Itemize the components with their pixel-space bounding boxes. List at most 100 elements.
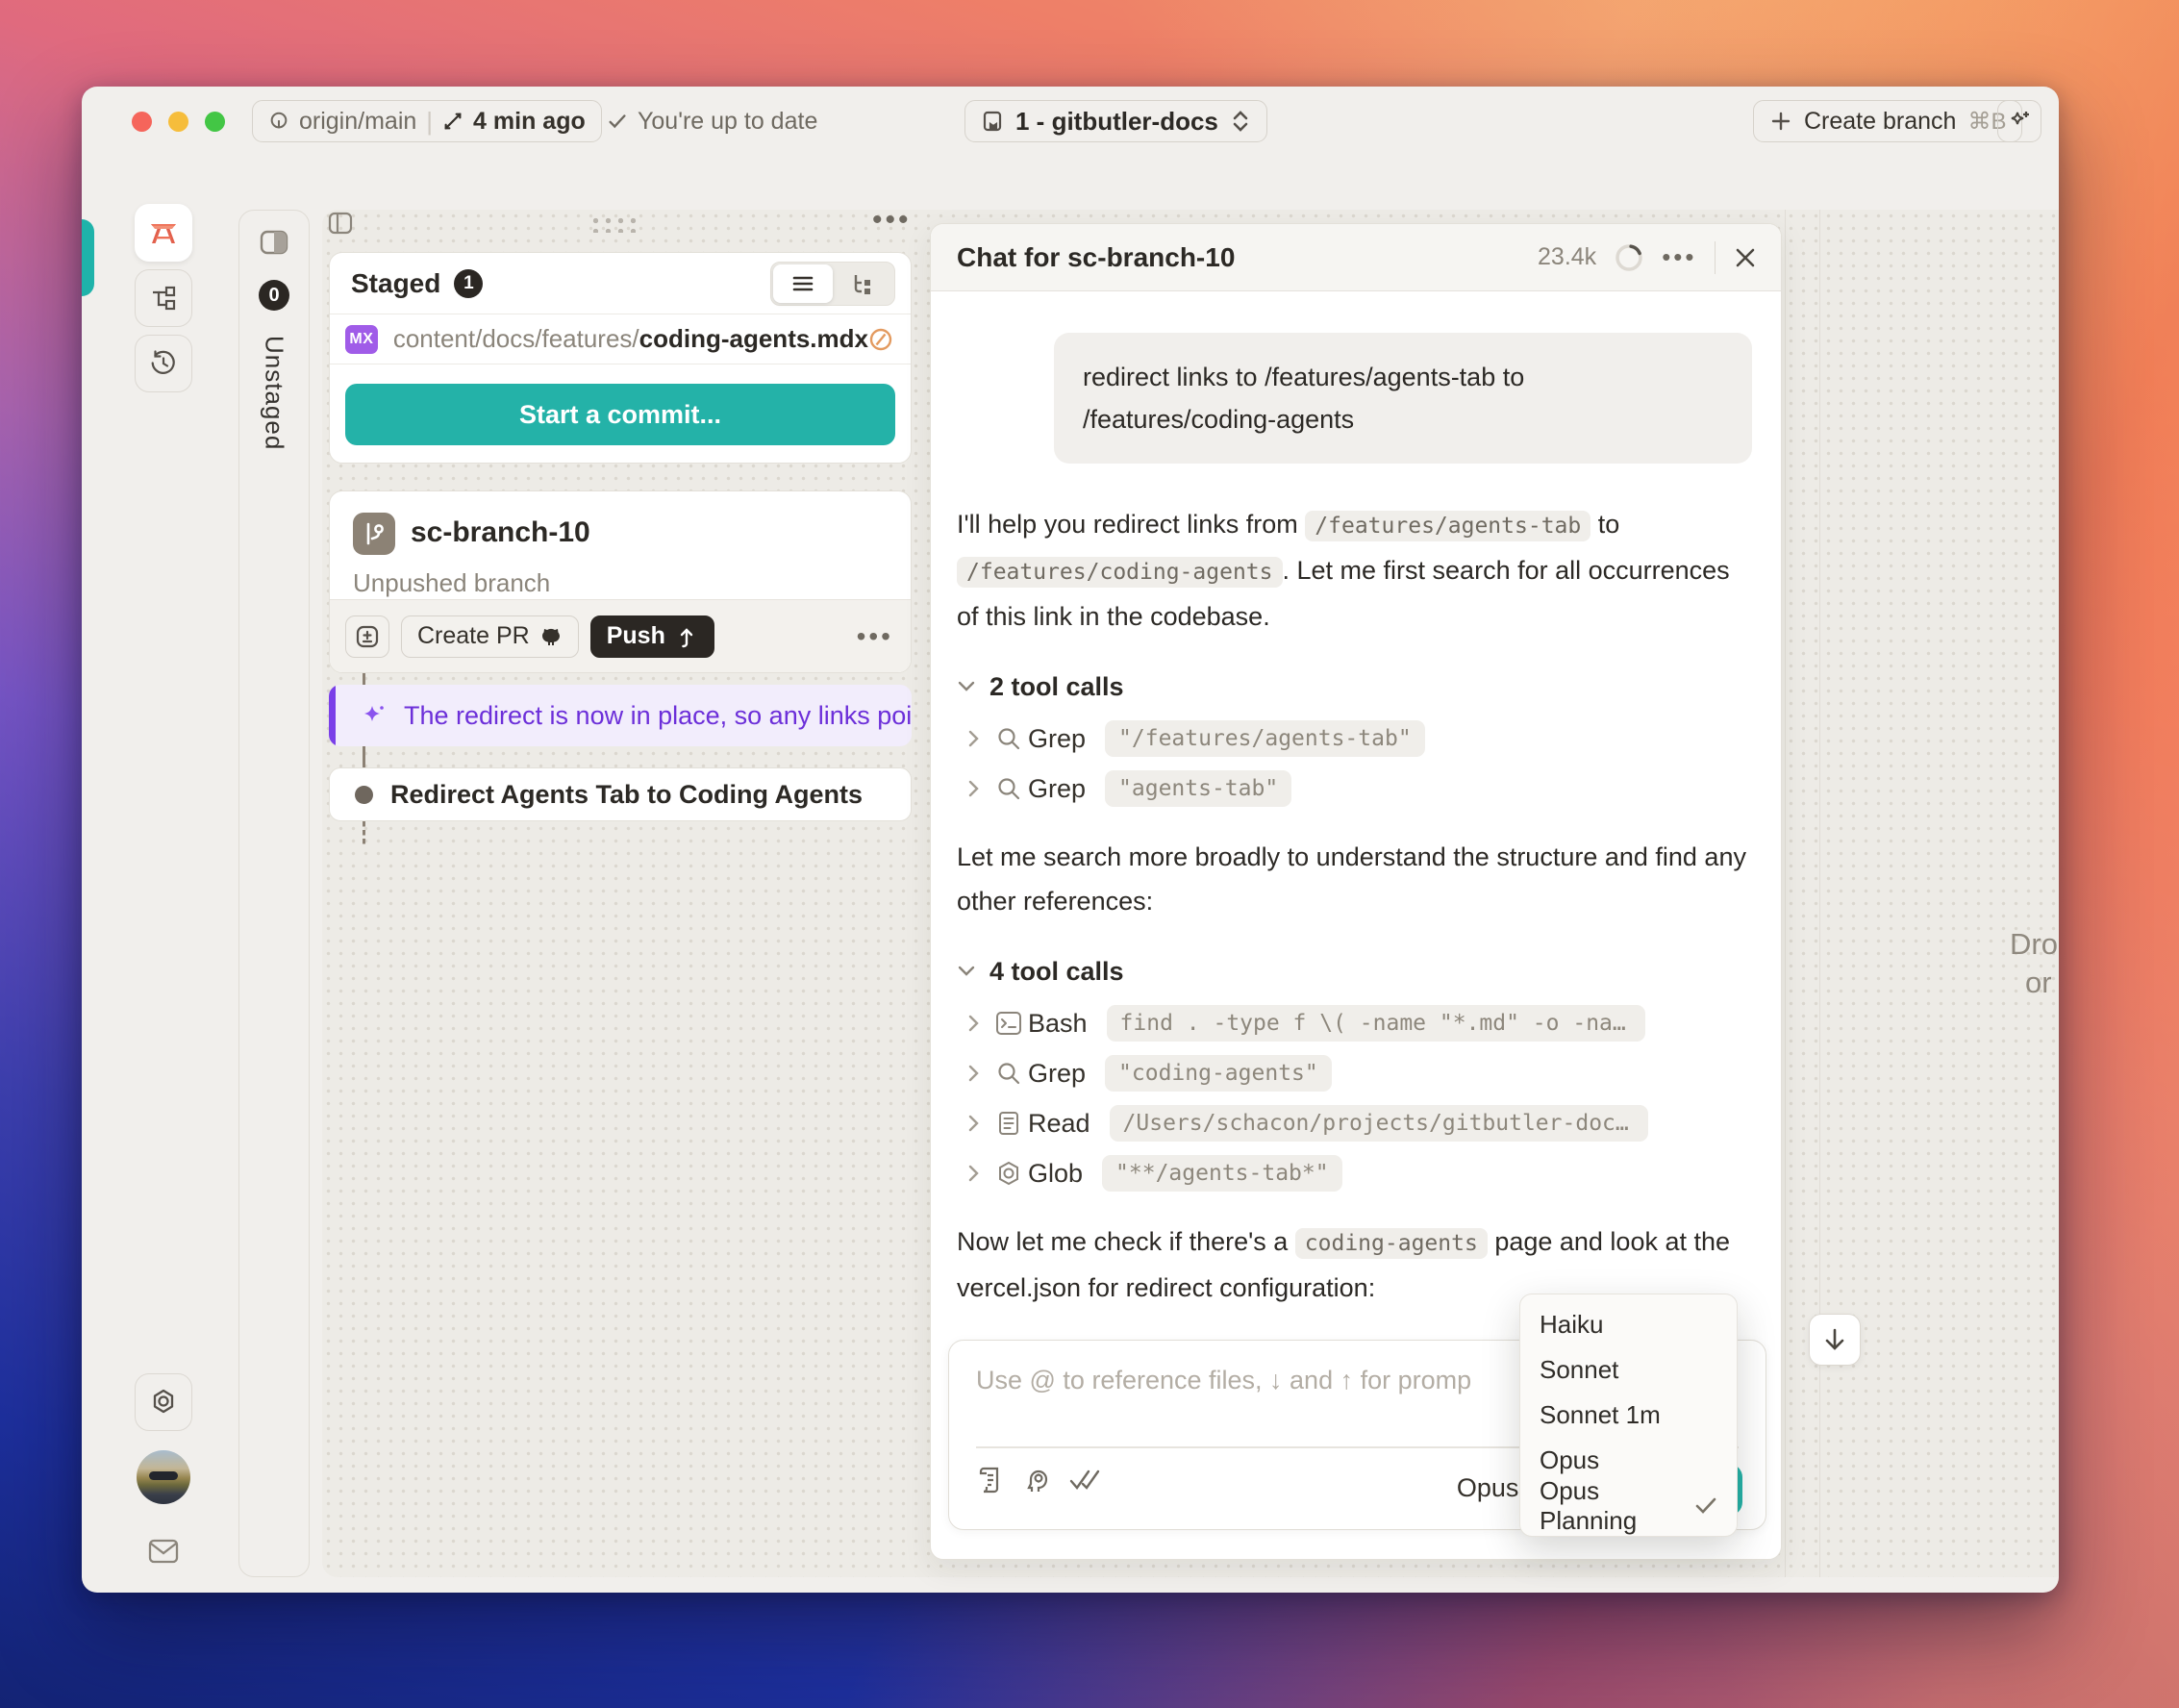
history-icon xyxy=(149,349,178,378)
staged-file-row[interactable]: MX content/docs/features/coding-agents.m… xyxy=(330,314,911,364)
gitbutler-logo-icon xyxy=(147,218,180,247)
pill-divider: | xyxy=(426,106,434,136)
message-text: I'll help you redirect links from xyxy=(957,510,1306,539)
model-menu-item[interactable]: Sonnet 1m xyxy=(1520,1393,1737,1438)
scroll-to-bottom-button[interactable] xyxy=(1809,1314,1861,1366)
tool-argument-chip: "/features/agents-tab" xyxy=(1105,720,1425,757)
search-icon xyxy=(989,1061,1028,1086)
panel-toggle-icon[interactable] xyxy=(260,230,288,255)
sparkle-icon xyxy=(360,701,388,730)
ai-summary-row[interactable]: The redirect is now in place, so any lin… xyxy=(329,685,912,746)
chevron-right-icon xyxy=(957,1064,989,1083)
tool-argument-chip: find . -type f \( -name "*.md" -o -name … xyxy=(1106,1005,1645,1042)
tool-call-row[interactable]: Read/Users/schacon/projects/gitbutler-do… xyxy=(957,1098,1752,1148)
tool-argument-chip: /Users/schacon/projects/gitbutler-docs/c… xyxy=(1109,1105,1648,1142)
project-selector[interactable]: 1 - gitbutler-docs xyxy=(964,100,1267,142)
tool-name: Glob xyxy=(1028,1158,1084,1188)
tool-name: Grep xyxy=(1028,773,1087,803)
lane-divider xyxy=(1785,210,1786,1577)
github-icon xyxy=(539,625,563,648)
model-menu-item[interactable]: Opus Planning xyxy=(1520,1476,1737,1535)
file-path: content/docs/features/coding-agents.mdx xyxy=(392,324,868,353)
gitbutler-window: origin/main | 4 min ago You're up to dat… xyxy=(82,87,2059,1593)
model-menu-item-label: Opus xyxy=(1540,1445,1600,1474)
commit-connector-dashed xyxy=(363,821,365,846)
staged-card: Staged 1 MX content/docs/features/coding… xyxy=(329,252,912,464)
tool-call-row[interactable]: Glob "**/agents-tab*" xyxy=(957,1148,1752,1198)
tool-name: Grep xyxy=(1028,1058,1087,1088)
double-check-icon[interactable] xyxy=(1068,1466,1101,1494)
ai-actions-button[interactable] xyxy=(1997,100,2041,142)
window-close-button[interactable] xyxy=(132,112,152,132)
sidebar-history-button[interactable] xyxy=(135,335,192,392)
chevron-right-icon xyxy=(957,1114,989,1133)
tree-view-button[interactable] xyxy=(833,264,892,303)
drop-hint-line1: Dro xyxy=(2010,927,2058,961)
remote-branch-label: origin/main xyxy=(299,107,417,135)
push-button[interactable]: Push xyxy=(589,615,714,658)
desktop-wallpaper: origin/main | 4 min ago You're up to dat… xyxy=(0,0,2179,1708)
message-text: Now let me check if there's a xyxy=(957,1227,1295,1256)
create-pr-button[interactable]: Create PR xyxy=(401,615,579,658)
file-name: coding-agents.mdx xyxy=(639,324,868,353)
tool-group-header[interactable]: 4 tool calls xyxy=(957,954,1752,989)
unstaged-panel-collapsed[interactable]: 0 Unstaged xyxy=(238,210,310,1577)
chat-header-divider xyxy=(1714,240,1716,274)
tool-group-label: 4 tool calls xyxy=(989,956,1124,986)
list-view-button[interactable] xyxy=(773,264,833,303)
remote-status-pill[interactable]: origin/main | 4 min ago xyxy=(252,100,602,142)
chevron-right-icon xyxy=(957,1014,989,1033)
edge-notification-tab[interactable] xyxy=(82,219,94,296)
model-menu-item[interactable]: Haiku xyxy=(1520,1302,1737,1347)
branch-status: Unpushed branch xyxy=(353,568,551,597)
create-branch-label: Create branch xyxy=(1804,107,1957,135)
assistant-message: I'll help you redirect links from /featu… xyxy=(957,502,1752,639)
chat-menu-button[interactable]: ••• xyxy=(1662,242,1696,272)
tool-group-header[interactable]: 2 tool calls xyxy=(957,669,1752,704)
modified-status-icon xyxy=(868,327,893,352)
project-icon xyxy=(981,110,1004,133)
lane-drag-handle[interactable] xyxy=(589,215,639,233)
check-icon xyxy=(607,111,628,132)
tool-call-row[interactable]: Bash find . -type f \( -name "*.md" -o -n… xyxy=(957,998,1752,1048)
staged-count-badge: 1 xyxy=(454,268,484,298)
commit-message: Redirect Agents Tab to Coding Agents xyxy=(390,779,864,809)
drop-hint-line2: or xyxy=(2025,966,2052,999)
prompt-scroll-icon[interactable] xyxy=(976,1466,1005,1494)
search-icon xyxy=(989,776,1028,801)
model-menu-item-label: Sonnet xyxy=(1540,1355,1619,1384)
staged-title: Staged xyxy=(351,267,441,298)
tool-call-row[interactable]: Grep "coding-agents" xyxy=(957,1048,1752,1098)
check-icon xyxy=(1694,1496,1717,1516)
branch-menu-button[interactable]: ••• xyxy=(857,621,893,652)
collapse-panel-icon[interactable] xyxy=(328,212,353,235)
window-minimize-button[interactable] xyxy=(168,112,188,132)
model-menu-item[interactable]: Sonnet xyxy=(1520,1347,1737,1393)
sync-status-label: You're up to date xyxy=(638,107,818,135)
mail-icon[interactable] xyxy=(135,1527,192,1575)
lane-menu-button[interactable]: ••• xyxy=(872,204,912,237)
chat-message-list: redirect links to /features/agents-tab t… xyxy=(931,291,1781,1340)
terminal-icon xyxy=(989,1011,1028,1036)
new-commit-button[interactable] xyxy=(345,615,389,658)
gitbutler-logo-button[interactable] xyxy=(135,204,192,262)
agent-head-icon[interactable] xyxy=(1022,1466,1051,1494)
context-usage-ring-icon xyxy=(1614,242,1644,273)
avatar[interactable] xyxy=(137,1450,190,1504)
create-branch-button[interactable]: Create branch ⌘B xyxy=(1753,100,2023,142)
tool-call-row[interactable]: Grep "agents-tab" xyxy=(957,764,1752,814)
settings-button[interactable] xyxy=(135,1373,192,1431)
sidebar-branches-button[interactable] xyxy=(135,269,192,327)
close-icon[interactable] xyxy=(1733,245,1758,270)
commit-connector xyxy=(363,746,365,769)
tool-name: Grep xyxy=(1028,723,1087,753)
model-menu-item-label: Opus Planning xyxy=(1540,1475,1638,1535)
create-pr-label: Create PR xyxy=(417,622,530,649)
chat-title: Chat for sc-branch-10 xyxy=(957,241,1236,272)
tool-call-row[interactable]: Grep "/features/agents-tab" xyxy=(957,714,1752,764)
start-commit-button[interactable]: Start a commit... xyxy=(345,384,895,445)
window-zoom-button[interactable] xyxy=(205,112,225,132)
file-type-badge: MX xyxy=(345,324,378,354)
branch-name[interactable]: sc-branch-10 xyxy=(411,516,590,549)
commit-row[interactable]: Redirect Agents Tab to Coding Agents xyxy=(329,767,912,821)
